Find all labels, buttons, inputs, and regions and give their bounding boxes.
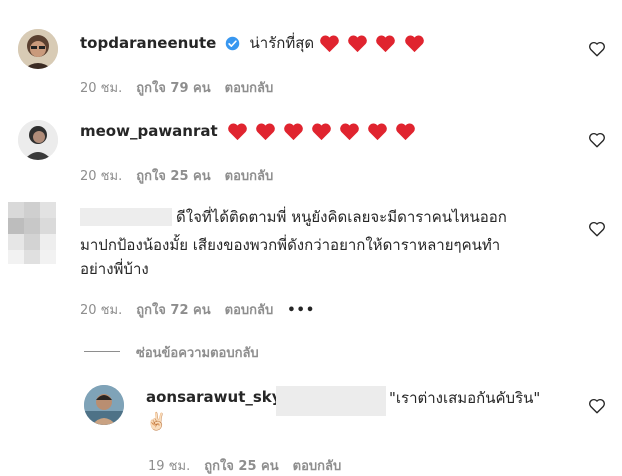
comment-meta: 20 ชม. ถูกใจ 79 คน ตอบกลับ [80, 77, 287, 98]
heart-emoji-icon [376, 35, 396, 53]
likes-count[interactable]: ถูกใจ 79 คน [136, 81, 210, 96]
heart-emoji-icon [348, 35, 368, 53]
heart-emoji-icon [284, 123, 303, 141]
like-heart-icon[interactable] [588, 220, 606, 238]
comment-text: ดีใจที่ได้ติดตามพี่ หนูยังคิดเลยจะมีดารา… [176, 208, 507, 226]
heart-emoji-icon [256, 123, 275, 141]
avatar[interactable] [84, 385, 124, 425]
heart-emoji-icon [396, 123, 416, 141]
like-heart-icon[interactable] [588, 40, 606, 58]
avatar[interactable] [18, 120, 58, 160]
comment-meta: 19 ชม. ถูกใจ 25 คน ตอบกลับ [148, 455, 355, 476]
like-heart-icon[interactable] [588, 131, 606, 149]
comment-text: มาปกป้องน้องมั้ย เสียงของพวกพี่ดังกว่าอย… [80, 236, 501, 254]
verified-badge-icon [226, 36, 240, 51]
likes-count[interactable]: ถูกใจ 25 คน [136, 169, 210, 184]
comment-meta: 20 ชม. ถูกใจ 25 คน ตอบกลับ [80, 165, 287, 186]
likes-count[interactable]: ถูกใจ 72 คน [136, 303, 210, 318]
comment-body: topdaraneenute น่ารักที่สุด [80, 31, 427, 55]
heart-emoji-icon [320, 35, 340, 53]
heart-emoji-icon [227, 123, 247, 141]
heart-emoji-row [227, 121, 419, 141]
heart-emoji-icon [340, 123, 359, 141]
comment-text: น่ารักที่สุด [249, 34, 315, 52]
blurred-username[interactable] [80, 208, 172, 226]
avatar[interactable] [18, 29, 58, 69]
comment-meta: 20 ชม. ถูกใจ 72 คน ตอบกลับ ••• [80, 299, 329, 320]
timestamp[interactable]: 20 ชม. [80, 81, 122, 96]
heart-emoji-icon [404, 35, 424, 53]
comment-text: "เราต่างเสมอกันคับริน" [389, 389, 541, 407]
avatar[interactable] [8, 202, 56, 264]
peace-hand-emoji-icon: ✌🏻 [146, 412, 168, 432]
username-link[interactable]: topdaraneenute [80, 34, 216, 52]
comment-text: อย่างพี่บ้าง [80, 260, 149, 278]
more-options-button[interactable]: ••• [287, 303, 315, 318]
timestamp[interactable]: 20 ชม. [80, 303, 122, 318]
replies-divider-line [84, 351, 120, 352]
heart-emoji-icon [368, 123, 388, 141]
username-link[interactable]: meow_pawanrat [80, 122, 218, 140]
comment-body: meow_pawanrat [80, 121, 418, 141]
reply-button[interactable]: ตอบกลับ [225, 81, 274, 96]
like-heart-icon[interactable] [588, 397, 606, 415]
hide-replies-button[interactable]: ซ่อนข้อความตอบกลับ [136, 342, 259, 363]
heart-emoji-icon [312, 123, 331, 141]
reply-button[interactable]: ตอบกลับ [225, 303, 274, 318]
blurred-mention[interactable] [276, 386, 386, 416]
heart-emoji-row [319, 33, 426, 53]
username-link[interactable]: aonsarawut_sky [146, 388, 282, 406]
reply-button[interactable]: ตอบกลับ [225, 169, 274, 184]
timestamp[interactable]: 20 ชม. [80, 169, 122, 184]
